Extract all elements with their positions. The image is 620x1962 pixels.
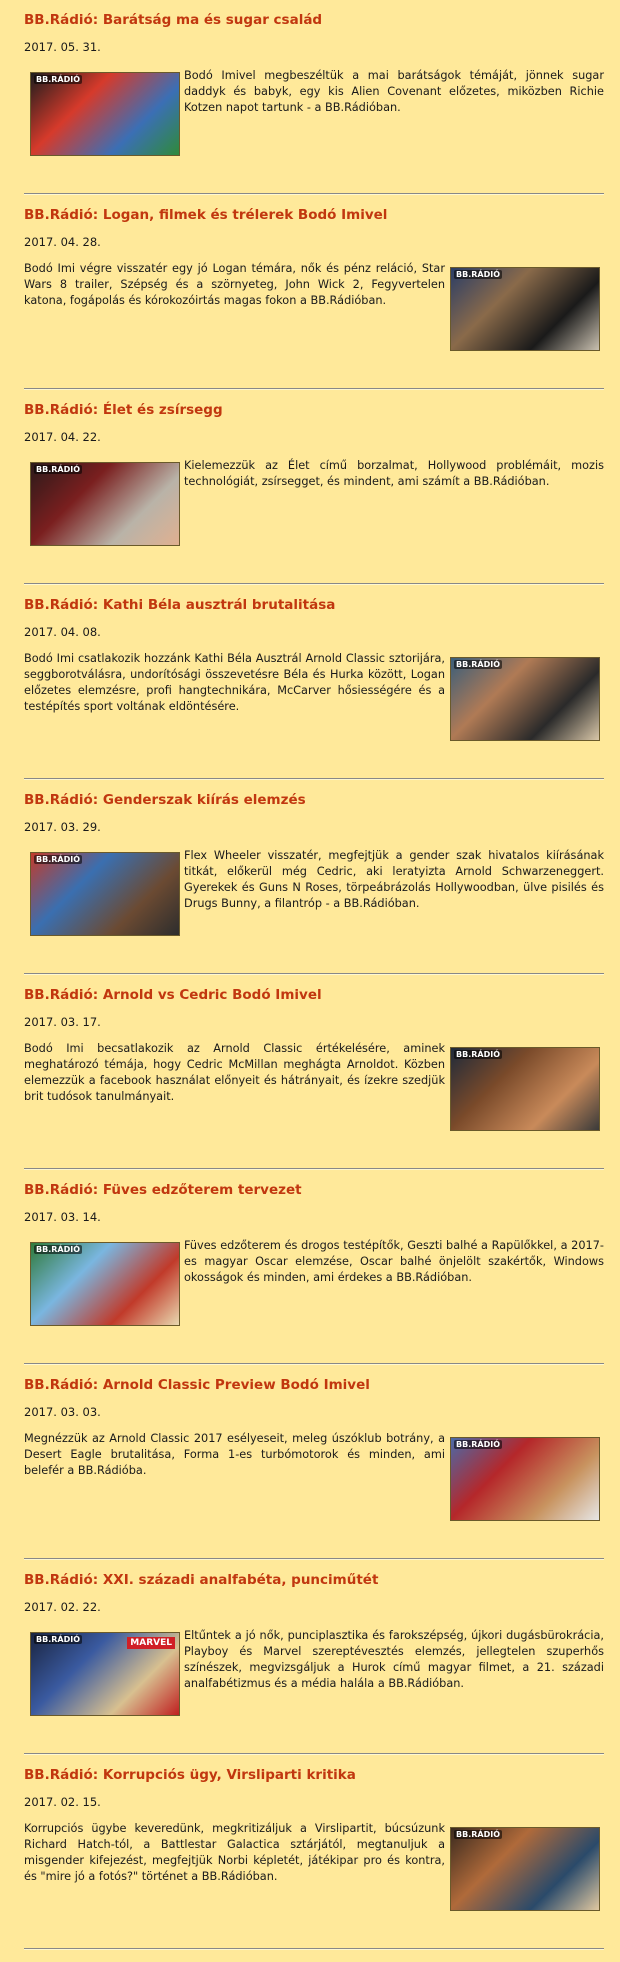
post-title-link[interactable]: BB.Rádió: Arnold Classic Preview Bodó Im… <box>24 1377 370 1393</box>
post-title-link[interactable]: BB.Rádió: Arnold vs Cedric Bodó Imivel <box>24 987 322 1003</box>
post-date: 2017. 02. 15. <box>24 1795 101 1809</box>
post-item: BB.Rádió: Barátság ma és sugar család 20… <box>24 12 604 207</box>
post-title-link[interactable]: BB.Rádió: Füves edzőterem tervezet <box>24 1182 302 1198</box>
bbradio-logo: BB.RÁDIÓ <box>34 75 83 84</box>
post-date: 2017. 03. 17. <box>24 1015 101 1029</box>
post-item: BB.Rádió: Genderszak kiírás elemzés 2017… <box>24 792 604 987</box>
post-divider <box>24 1168 604 1170</box>
post-thumbnail[interactable]: BB.RÁDIÓ <box>30 72 180 156</box>
post-thumbnail[interactable]: BB.RÁDIÓ <box>30 852 180 936</box>
post-excerpt: Bodó Imi becsatlakozik az Arnold Classic… <box>24 1042 445 1103</box>
post-divider <box>24 583 604 585</box>
bbradio-logo: BB.RÁDIÓ <box>454 270 503 279</box>
bbradio-logo: BB.RÁDIÓ <box>34 465 83 474</box>
post-title-link[interactable]: BB.Rádió: Élet és zsírsegg <box>24 402 223 418</box>
post-title-link[interactable]: BB.Rádió: Barátság ma és sugar család <box>24 12 322 28</box>
post-item: BB.Rádió: Füves edzőterem tervezet 2017.… <box>24 1182 604 1377</box>
post-excerpt: Kielemezzük az Élet című borzalmat, Holl… <box>184 459 604 488</box>
post-title-link[interactable]: BB.Rádió: Kathi Béla ausztrál brutalitás… <box>24 597 335 613</box>
post-divider <box>24 1558 604 1560</box>
post-thumbnail[interactable]: BB.RÁDIÓ <box>450 1437 600 1521</box>
post-date: 2017. 05. 31. <box>24 40 101 54</box>
post-excerpt: Bodó Imi végre visszatér egy jó Logan té… <box>24 262 445 307</box>
bbradio-logo: BB.RÁDIÓ <box>454 1440 503 1449</box>
post-thumbnail[interactable]: BB.RÁDIÓ <box>450 1047 600 1131</box>
post-date: 2017. 04. 08. <box>24 625 101 639</box>
post-thumbnail[interactable]: BB.RÁDIÓ <box>30 462 180 546</box>
post-divider <box>24 973 604 975</box>
post-divider <box>24 388 604 390</box>
post-item: BB.Rádió: Kathi Béla ausztrál brutalitás… <box>24 597 604 792</box>
post-date: 2017. 02. 22. <box>24 1600 101 1614</box>
post-list: BB.Rádió: Barátság ma és sugar család 20… <box>0 0 620 1962</box>
post-excerpt: Bodó Imi csatlakozik hozzánk Kathi Béla … <box>24 652 445 713</box>
post-thumbnail[interactable]: BB.RÁDIÓ <box>450 1827 600 1911</box>
post-divider <box>24 193 604 195</box>
post-divider <box>24 1753 604 1755</box>
bbradio-logo: BB.RÁDIÓ <box>454 1830 503 1839</box>
post-thumbnail[interactable]: BB.RÁDIÓ <box>450 657 600 741</box>
post-title-link[interactable]: BB.Rádió: Korrupciós ügy, Virsliparti kr… <box>24 1767 356 1783</box>
bbradio-logo: BB.RÁDIÓ <box>454 1050 503 1059</box>
post-divider <box>24 778 604 780</box>
marvel-logo: MARVEL <box>127 1637 175 1649</box>
post-thumbnail[interactable]: BB.RÁDIÓ <box>450 267 600 351</box>
post-title-link[interactable]: BB.Rádió: Genderszak kiírás elemzés <box>24 792 306 808</box>
bbradio-logo: BB.RÁDIÓ <box>34 1245 83 1254</box>
post-item: BB.Rádió: Arnold vs Cedric Bodó Imivel 2… <box>24 987 604 1182</box>
post-date: 2017. 03. 29. <box>24 820 101 834</box>
post-divider <box>24 1363 604 1365</box>
bbradio-logo: BB.RÁDIÓ <box>454 660 503 669</box>
post-date: 2017. 03. 14. <box>24 1210 101 1224</box>
post-item: BB.Rádió: XXI. századi analfabéta, punci… <box>24 1572 604 1767</box>
post-item: BB.Rádió: Korrupciós ügy, Virsliparti kr… <box>24 1767 604 1962</box>
post-excerpt: Flex Wheeler visszatér, megfejtjük a gen… <box>184 849 604 910</box>
bbradio-logo: BB.RÁDIÓ <box>34 855 83 864</box>
post-excerpt: Eltűntek a jó nők, punciplasztika és far… <box>184 1629 604 1690</box>
post-thumbnail[interactable]: BB.RÁDIÓ <box>30 1242 180 1326</box>
post-date: 2017. 03. 03. <box>24 1405 101 1419</box>
post-date: 2017. 04. 22. <box>24 430 101 444</box>
post-item: BB.Rádió: Arnold Classic Preview Bodó Im… <box>24 1377 604 1572</box>
post-title-link[interactable]: BB.Rádió: Logan, filmek és trélerek Bodó… <box>24 207 387 223</box>
post-excerpt: Füves edzőterem és drogos testépítők, Ge… <box>184 1239 604 1284</box>
bbradio-logo: BB.RÁDIÓ <box>34 1635 83 1644</box>
post-date: 2017. 04. 28. <box>24 235 101 249</box>
post-title-link[interactable]: BB.Rádió: XXI. századi analfabéta, punci… <box>24 1572 378 1588</box>
post-thumbnail[interactable]: BB.RÁDIÓ MARVEL <box>30 1632 180 1716</box>
post-item: BB.Rádió: Logan, filmek és trélerek Bodó… <box>24 207 604 402</box>
post-item: BB.Rádió: Élet és zsírsegg 2017. 04. 22.… <box>24 402 604 597</box>
post-divider <box>24 1948 604 1950</box>
post-excerpt: Korrupciós ügybe keveredünk, megkritizál… <box>24 1822 445 1883</box>
post-excerpt: Bodó Imivel megbeszéltük a mai barátságo… <box>184 69 604 114</box>
post-excerpt: Megnézzük az Arnold Classic 2017 esélyes… <box>24 1432 445 1477</box>
